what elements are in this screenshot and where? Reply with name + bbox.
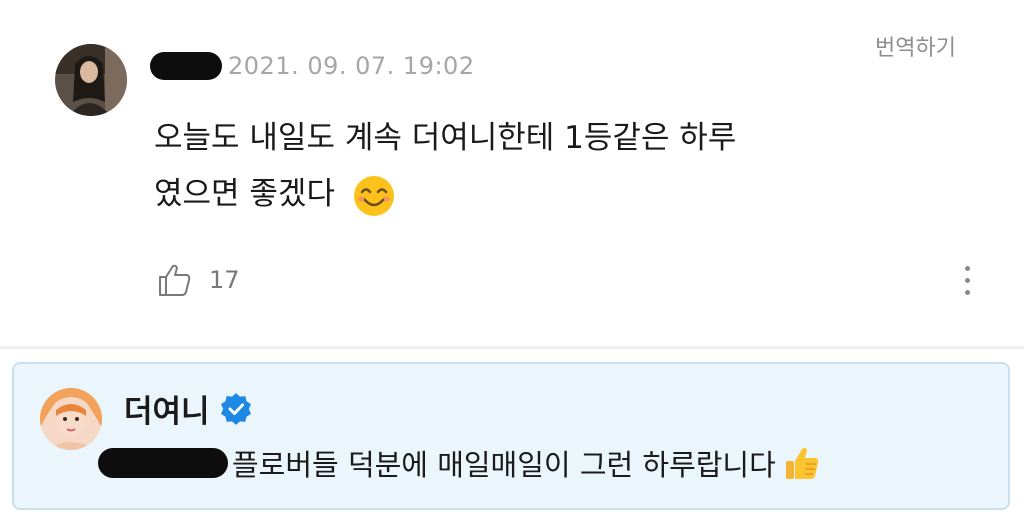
redacted-username [150, 52, 222, 80]
comment-header: 2021. 09. 07. 19:02 [150, 48, 475, 84]
more-options-icon[interactable] [955, 266, 979, 306]
translate-button[interactable]: 번역하기 [875, 30, 956, 62]
artist-header: 더여니 [124, 386, 252, 431]
comment-text-line-1: 오늘도 내일도 계속 더여니한테 1등같은 하루 [154, 120, 737, 156]
reply-text: 플로버들 덕분에 매일매일이 그런 하루랍니다 [232, 448, 776, 482]
like-count: 17 [209, 266, 240, 294]
smiling-face-icon [353, 175, 394, 216]
artist-name: 더여니 [124, 394, 210, 430]
thumbs-up-outline-icon [159, 264, 191, 296]
verified-badge-icon [220, 392, 251, 425]
comment-text: 오늘도 내일도 계속 더여니한테 1등같은 하루 였으면 좋겠다 [154, 110, 874, 222]
like-button[interactable]: 17 [157, 262, 240, 298]
user-avatar[interactable] [55, 44, 127, 116]
comment-text-line-2-label: 였으면 좋겠다 [154, 176, 335, 212]
thumbs-up-icon [785, 447, 819, 479]
reply-body: 플로버들 덕분에 매일매일이 그런 하루랍니다 [98, 442, 822, 484]
artist-avatar[interactable] [40, 388, 102, 450]
comment-thread: 2021. 09. 07. 19:02 번역하기 오늘도 내일도 계속 더여니한… [0, 0, 1024, 516]
artist-reply: 더여니 플로버들 덕분에 매일매일이 그런 하루랍니다 [12, 362, 1010, 510]
comment-timestamp: 2021. 09. 07. 19:02 [228, 52, 475, 80]
redacted-mention [98, 448, 228, 478]
divider [0, 346, 1024, 349]
comment-text-line-2: 였으면 좋겠다 [154, 166, 874, 222]
